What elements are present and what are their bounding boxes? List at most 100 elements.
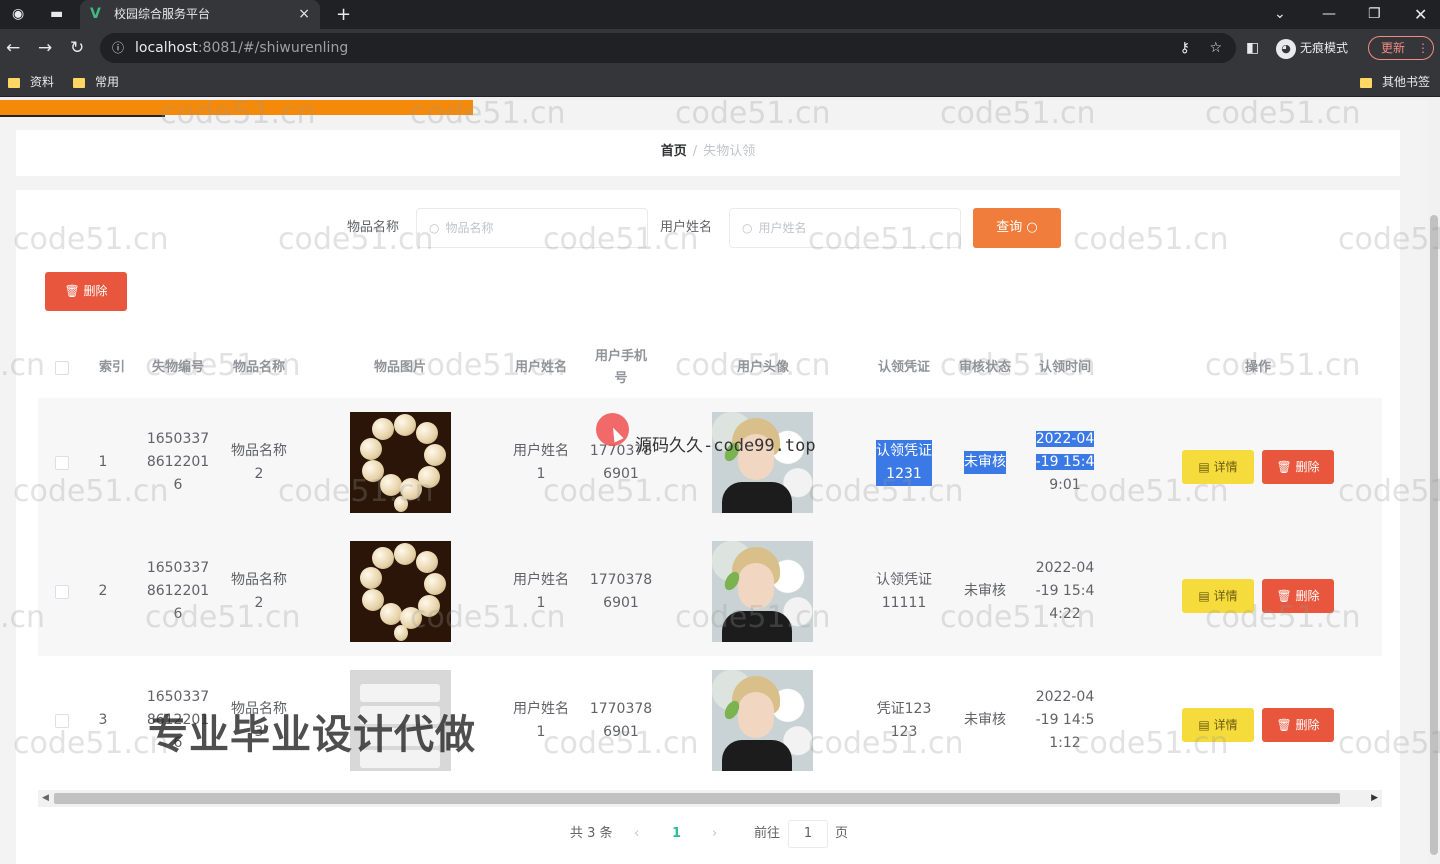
cell-status: 未审核	[952, 398, 1018, 527]
search-icon: ○	[429, 221, 440, 235]
user-name-search-input[interactable]: ○	[729, 208, 961, 248]
pagination: 共 3 条 ‹ 1 › 前往 1 页	[0, 818, 1440, 850]
scrollbar-thumb[interactable]	[54, 793, 1340, 804]
other-bookmarks[interactable]: 其他书签	[1360, 67, 1430, 97]
cell-phone: 1770378 6901	[589, 700, 653, 740]
browser-menu-icon[interactable]: ◉	[12, 0, 24, 29]
bookmarks-bar: 资料 常用 其他书签	[0, 67, 1440, 97]
cell-index: 2	[98, 583, 108, 599]
cell-lost-no: 1650337 8612201 6	[146, 560, 210, 622]
delete-button[interactable]: 🗑 删除	[1262, 450, 1334, 484]
browser-tab[interactable]: V 校园综合服务平台 ×	[80, 0, 320, 29]
breadcrumb-separator: /	[692, 144, 698, 159]
header-avatar: 用户头像	[736, 360, 789, 375]
folder-icon	[1360, 77, 1372, 88]
minimize-icon[interactable]: —	[1322, 0, 1336, 29]
table-header: 索引 失物编号 物品名称 物品图片 用户姓名 用户手机号 用户头像 认领凭证 审…	[38, 338, 1382, 398]
item-image-beads[interactable]	[350, 412, 451, 513]
cell-voucher: 凭证123 123	[876, 700, 932, 740]
table-row: 1 1650337 8612201 6 物品名称 2 用户姓名 1 1770378 690…	[38, 398, 1382, 527]
window-close-icon[interactable]: ✕	[1414, 0, 1427, 29]
header-voucher: 认领凭证	[877, 360, 930, 375]
source-watermark: 源码久久-code99.top	[635, 436, 816, 456]
row-checkbox[interactable]	[52, 527, 72, 656]
table-row: 2 1650337 8612201 6 物品名称 2 用户姓名 1 1770378 690…	[38, 527, 1382, 656]
header-lost-no: 失物编号	[151, 360, 204, 375]
tab-dropdown-icon[interactable]: ⌄	[1274, 0, 1286, 29]
select-all-checkbox[interactable]	[52, 338, 72, 398]
row-checkbox[interactable]	[52, 656, 72, 785]
cell-index: 1	[98, 454, 108, 470]
row-checkbox[interactable]	[52, 398, 72, 527]
breadcrumb-home[interactable]: 首页	[661, 144, 687, 159]
browser-tab-bar: ◉ ▬ V 校园综合服务平台 × + ⌄ — ❐ ✕	[0, 0, 1440, 29]
cell-voucher: 认领凭证 1231	[872, 398, 936, 527]
loading-progress-bar	[0, 100, 473, 115]
header-item-name: 物品名称	[232, 360, 285, 375]
side-panel-icon[interactable]: ◧	[1246, 29, 1259, 67]
tab-search-icon[interactable]: ▬	[50, 0, 63, 29]
header-item-image: 物品图片	[373, 360, 426, 375]
url-field[interactable]: ⓘ localhost:8081/#/shiwurenling ⚷ ☆	[100, 33, 1236, 63]
delete-button[interactable]: 🗑 删除	[1262, 579, 1334, 613]
user-avatar-image[interactable]	[712, 541, 813, 642]
prev-page-icon[interactable]: ‹	[634, 818, 639, 850]
delete-button[interactable]: 🗑 删除	[1262, 708, 1334, 742]
user-avatar-image[interactable]	[712, 670, 813, 771]
incognito-icon: ◕	[1276, 38, 1296, 59]
cell-item-name: 物品名称 2	[231, 571, 287, 611]
cell-status: 未审核	[964, 583, 1006, 599]
trash-icon: 🗑	[1276, 589, 1292, 603]
scrollbar-thumb[interactable]	[1430, 215, 1438, 855]
bookmark-folder-ziliao[interactable]: 资料	[8, 67, 54, 97]
header-phone: 用户手机号	[594, 349, 647, 386]
detail-button[interactable]: ▤ 详情	[1182, 450, 1254, 484]
detail-button[interactable]: ▤ 详情	[1182, 579, 1254, 613]
query-button[interactable]: 查询 ○	[973, 208, 1061, 248]
goto-page-input[interactable]: 1	[788, 820, 828, 848]
scroll-right-icon[interactable]: ▶	[1371, 790, 1378, 807]
goto-prefix: 前往	[754, 826, 781, 841]
table-horizontal-scrollbar[interactable]: ◀ ▶	[38, 790, 1382, 807]
cell-index: 3	[98, 712, 108, 728]
header-index: 索引	[98, 360, 125, 375]
progress-underline	[0, 115, 165, 117]
next-page-icon[interactable]: ›	[712, 818, 717, 850]
cell-phone: 1770378 6901	[589, 571, 653, 611]
detail-button[interactable]: ▤ 详情	[1182, 708, 1254, 742]
update-label: 更新	[1381, 41, 1406, 55]
url-text: localhost:8081/#/shiwurenling	[135, 40, 349, 56]
batch-delete-button[interactable]: 🗑 删除	[45, 272, 127, 311]
cell-status: 未审核	[964, 712, 1006, 728]
site-info-icon[interactable]: ⓘ	[112, 33, 124, 63]
folder-icon	[8, 77, 20, 88]
restore-icon[interactable]: ❐	[1368, 0, 1381, 29]
bookmark-folder-changyong[interactable]: 常用	[73, 67, 119, 97]
cell-time: 2022-04 -19 15:4 9:01	[1035, 431, 1095, 493]
item-image-beads[interactable]	[350, 541, 451, 642]
password-key-icon[interactable]: ⚷	[1180, 33, 1190, 63]
cell-avatar	[712, 398, 813, 527]
update-button[interactable]: 更新 ⋮	[1368, 36, 1434, 60]
item-name-search-input[interactable]: ○	[416, 208, 648, 248]
scroll-left-icon[interactable]: ◀	[42, 790, 49, 807]
user-name-input[interactable]	[758, 221, 929, 235]
new-tab-button[interactable]: +	[336, 0, 351, 29]
document-icon: ▤	[1198, 589, 1210, 603]
tab-title: 校园综合服务平台	[114, 7, 211, 21]
page-number-1[interactable]: 1	[672, 818, 681, 850]
pagination-total: 共 3 条	[570, 826, 613, 841]
forward-icon[interactable]: →	[38, 29, 52, 67]
page-vertical-scrollbar[interactable]	[1428, 100, 1440, 864]
breadcrumb-current: 失物认领	[703, 144, 756, 159]
item-name-input[interactable]	[445, 221, 616, 235]
back-icon[interactable]: ←	[6, 29, 20, 67]
tab-close-icon[interactable]: ×	[298, 0, 310, 29]
user-avatar-image[interactable]	[712, 412, 813, 513]
bookmark-star-icon[interactable]: ☆	[1209, 33, 1222, 63]
incognito-label: 无痕模式	[1300, 41, 1349, 55]
reload-icon[interactable]: ↻	[70, 29, 84, 67]
document-icon: ▤	[1198, 460, 1210, 474]
incognito-indicator[interactable]: ◕ 无痕模式	[1276, 29, 1348, 67]
header-time: 认领时间	[1038, 360, 1091, 375]
